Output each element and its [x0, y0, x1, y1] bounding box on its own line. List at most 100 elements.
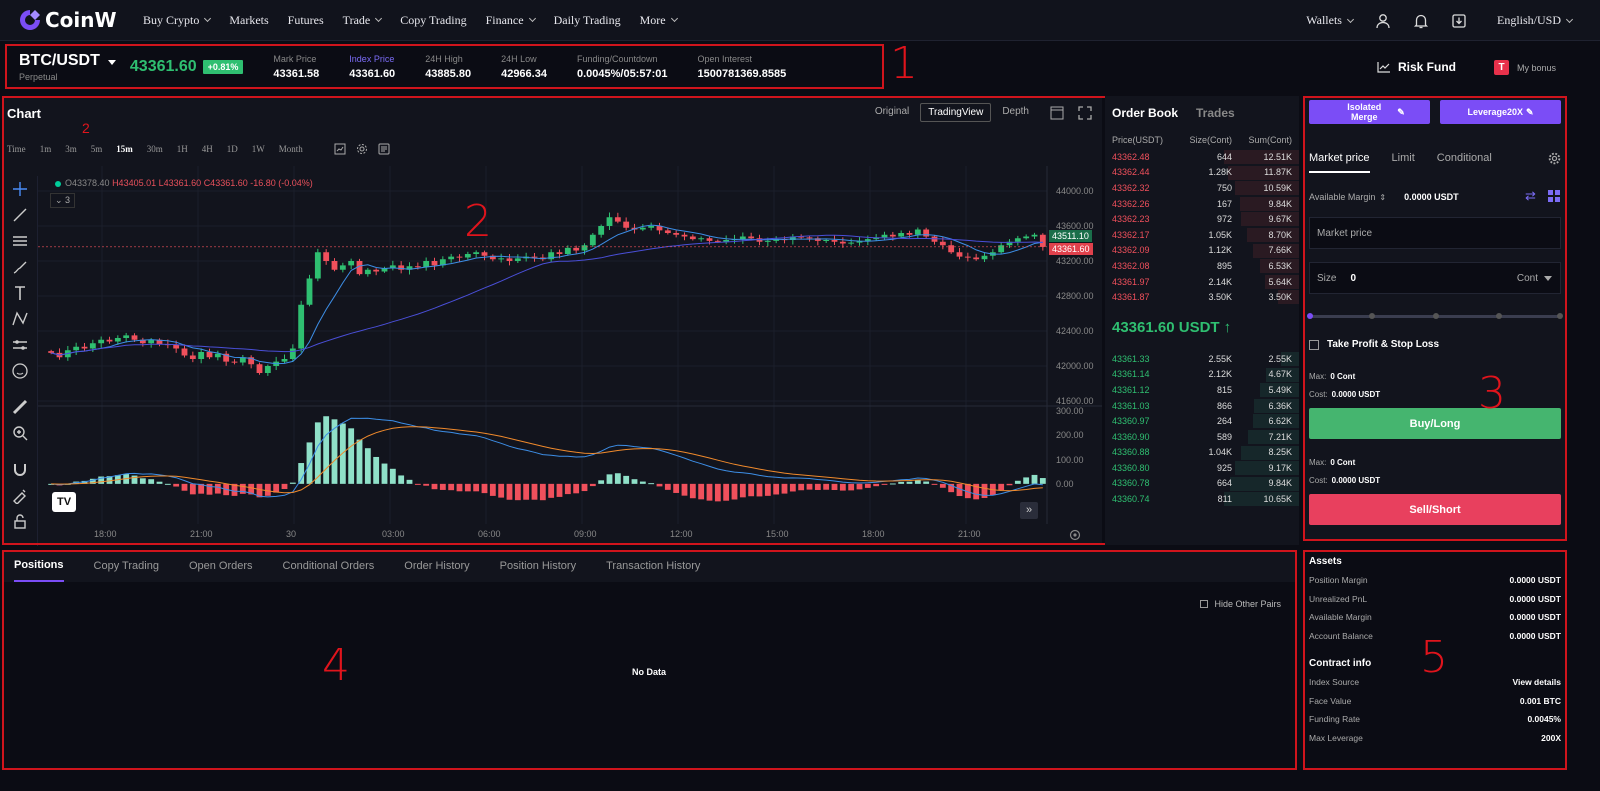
my-bonus-link[interactable]: T My bonus	[1494, 60, 1556, 75]
order-book-row[interactable]: 43362.32 750 10.59K	[1105, 180, 1299, 196]
chevron-down-icon	[528, 14, 536, 23]
nav-item-buy-crypto[interactable]: Buy Crypto	[143, 13, 212, 28]
annotation-number-2: 2	[464, 196, 492, 247]
chevron-down-icon	[375, 14, 383, 23]
order-book-row[interactable]: 43360.90 589 7.21K	[1105, 429, 1299, 445]
chart-line-icon	[1377, 62, 1390, 73]
nav-item-markets[interactable]: Markets	[229, 13, 268, 28]
nav-item-label: Daily Trading	[553, 12, 621, 27]
main-menu: Buy Crypto Markets Futures Trade Copy Tradin…	[143, 13, 696, 28]
wallets-menu[interactable]: Wallets	[1306, 13, 1355, 28]
row-price: 43362.48	[1112, 151, 1150, 162]
row-price: 43362.44	[1112, 167, 1150, 178]
user-icon[interactable]	[1375, 13, 1391, 29]
row-price: 43361.12	[1112, 384, 1150, 395]
row-price: 43360.88	[1112, 447, 1150, 458]
language-menu[interactable]: English/USD	[1496, 13, 1574, 28]
row-sum: 5.49K	[1268, 384, 1292, 395]
row-size: 1.12K	[1208, 245, 1232, 256]
row-price: 43361.03	[1112, 400, 1150, 411]
row-price: 43360.78	[1112, 478, 1150, 489]
row-size: 811	[1217, 494, 1232, 505]
order-book-row[interactable]: 43362.23 972 9.67K	[1105, 211, 1299, 227]
chevron-down-icon	[670, 14, 678, 23]
row-price: 43361.14	[1112, 369, 1150, 380]
row-price: 43362.08	[1112, 260, 1150, 271]
row-sum: 10.65K	[1263, 494, 1292, 505]
language-label: English/USD	[1496, 13, 1561, 27]
risk-fund-link[interactable]: Risk Fund	[1377, 60, 1456, 74]
order-book-row[interactable]: 43360.78 664 9.84K	[1105, 476, 1299, 492]
bonus-icon: T	[1494, 60, 1509, 75]
chevron-down-icon	[1346, 15, 1355, 23]
col-sum: Sum(Cont)	[1248, 135, 1292, 145]
nav-item-label: Futures	[287, 12, 324, 27]
order-book-row[interactable]: 43362.48 644 12.51K	[1105, 149, 1299, 165]
order-book-row[interactable]: 43361.14 2.12K 4.67K	[1105, 367, 1299, 383]
order-book-row[interactable]: 43361.12 815 5.49K	[1105, 382, 1299, 398]
tab-trades[interactable]: Trades	[1196, 106, 1235, 120]
order-book-row[interactable]: 43360.74 811 10.65K	[1105, 491, 1299, 507]
annotation-box-1	[5, 44, 884, 89]
row-sum: 6.53K	[1268, 260, 1292, 271]
arrow-up-icon: ↑	[1223, 319, 1232, 337]
my-bonus-label: My bonus	[1517, 62, 1557, 73]
order-book-header: Price(USDT) Size(Cont) Sum(Cont)	[1105, 135, 1299, 145]
top-nav: CoinW Buy Crypto Markets Futures Trade Copy …	[0, 0, 1600, 41]
bell-icon[interactable]	[1413, 13, 1429, 29]
row-size: 3.50K	[1208, 292, 1232, 303]
order-book-row[interactable]: 43361.97 2.14K 5.64K	[1105, 274, 1299, 290]
row-price: 43360.74	[1112, 494, 1150, 505]
row-price: 43360.80	[1112, 462, 1150, 473]
row-size: 167	[1216, 198, 1232, 209]
row-sum: 7.21K	[1268, 431, 1292, 442]
row-size: 2.12K	[1208, 369, 1232, 380]
order-book-row[interactable]: 43362.17 1.05K 8.70K	[1105, 227, 1299, 243]
download-icon[interactable]	[1451, 13, 1467, 29]
tab-order-book[interactable]: Order Book	[1112, 106, 1178, 120]
row-price: 43361.97	[1112, 276, 1150, 287]
asks-list: 43362.48 644 12.51K 43362.44 1.28K 11.87K 4336…	[1105, 149, 1299, 305]
row-sum: 4.67K	[1268, 369, 1292, 380]
chevron-down-icon	[1565, 15, 1574, 23]
order-book-row[interactable]: 43360.80 925 9.17K	[1105, 460, 1299, 476]
col-size: Size(Cont)	[1189, 135, 1232, 145]
row-sum: 12.51K	[1263, 151, 1292, 162]
order-book-row[interactable]: 43360.88 1.04K 8.25K	[1105, 445, 1299, 461]
order-book-row[interactable]: 43361.33 2.55K 2.55K	[1105, 351, 1299, 367]
row-size: 972	[1216, 214, 1232, 225]
row-sum: 3.50K	[1268, 292, 1292, 303]
nav-item-futures[interactable]: Futures	[288, 13, 324, 28]
row-size: 2.14K	[1208, 276, 1232, 287]
row-sum: 6.62K	[1268, 416, 1292, 427]
row-sum: 9.67K	[1268, 214, 1292, 225]
row-price: 43362.32	[1112, 182, 1150, 193]
order-book-panel: Order Book Trades Price(USDT) Size(Cont)…	[1105, 96, 1299, 545]
brand-name: CoinW	[45, 8, 117, 32]
brand-logo[interactable]: CoinW	[18, 8, 138, 32]
order-book-last-price: 43361.60 USDT ↑	[1105, 305, 1299, 351]
risk-fund-label: Risk Fund	[1398, 60, 1457, 74]
order-book-row[interactable]: 43362.09 1.12K 7.66K	[1105, 243, 1299, 259]
row-size: 589	[1216, 431, 1232, 442]
row-size: 2.55K	[1208, 353, 1232, 364]
nav-item-trade[interactable]: Trade	[343, 13, 383, 28]
annotation-number-3: 3	[1478, 368, 1506, 419]
order-book-row[interactable]: 43361.87 3.50K 3.50K	[1105, 289, 1299, 305]
nav-item-copy-trading[interactable]: Copy Trading	[400, 13, 466, 28]
annotation-box-4	[2, 550, 1297, 770]
nav-right: Wallets English/USD	[1306, 0, 1600, 41]
nav-item-daily-trading[interactable]: Daily Trading	[554, 13, 621, 28]
row-size: 1.28K	[1208, 167, 1232, 178]
wallets-label: Wallets	[1306, 13, 1342, 27]
order-book-row[interactable]: 43360.97 264 6.62K	[1105, 413, 1299, 429]
order-book-row[interactable]: 43361.03 866 6.36K	[1105, 398, 1299, 414]
annotation-number-4: 4	[322, 640, 350, 691]
order-book-row[interactable]: 43362.26 167 9.84K	[1105, 196, 1299, 212]
nav-item-more[interactable]: More	[640, 13, 678, 28]
row-size: 815	[1216, 384, 1232, 395]
row-sum: 10.59K	[1263, 182, 1292, 193]
order-book-row[interactable]: 43362.44 1.28K 11.87K	[1105, 165, 1299, 181]
order-book-row[interactable]: 43362.08 895 6.53K	[1105, 258, 1299, 274]
nav-item-finance[interactable]: Finance	[486, 13, 536, 28]
